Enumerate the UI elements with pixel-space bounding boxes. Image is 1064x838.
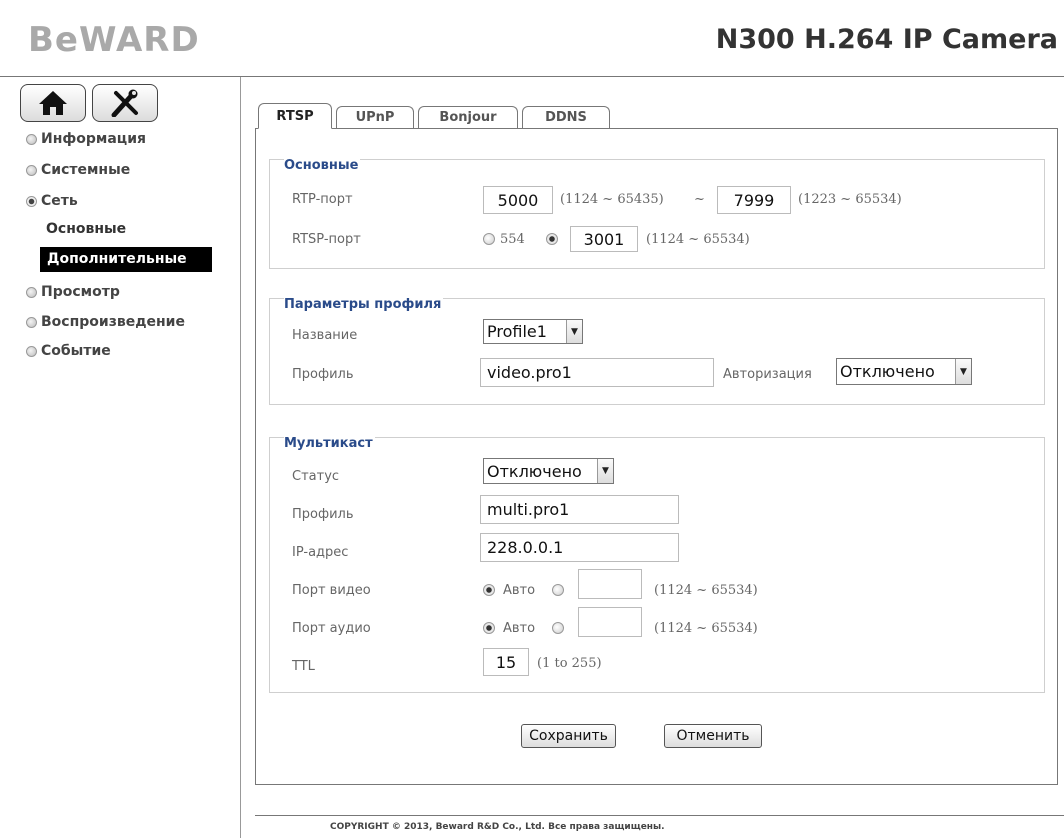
sidebar-item-label: Системные bbox=[41, 162, 131, 178]
bullet-icon bbox=[26, 164, 37, 176]
sidebar-item-event[interactable]: Событие bbox=[26, 343, 111, 359]
rtp-port-separator: ~ bbox=[694, 192, 705, 207]
home-button[interactable] bbox=[20, 84, 86, 122]
multicast-profile-input[interactable]: multi.pro1 bbox=[480, 495, 679, 524]
tools-icon bbox=[111, 89, 138, 117]
multicast-ip-input[interactable]: 228.0.0.1 bbox=[480, 533, 679, 562]
rtsp-port-range: (1124 ~ 65534) bbox=[646, 232, 750, 247]
profile-name-value: Profile1 bbox=[487, 322, 547, 341]
sidebar-item-system[interactable]: Системные bbox=[26, 162, 130, 178]
cancel-button[interactable]: Отменить bbox=[664, 724, 762, 748]
footer-divider bbox=[255, 815, 1064, 816]
bullet-icon bbox=[26, 316, 37, 328]
sidebar-item-playback[interactable]: Воспроизведение bbox=[26, 314, 185, 330]
bullet-icon bbox=[26, 195, 37, 207]
tab-upnp[interactable]: UPnP bbox=[336, 106, 414, 128]
tab-ddns[interactable]: DDNS bbox=[522, 106, 610, 128]
sidebar-item-label: Сеть bbox=[41, 193, 78, 209]
audio-port-input[interactable] bbox=[578, 607, 642, 637]
auth-select[interactable]: Отключено ▼ bbox=[836, 358, 972, 385]
rtp-port-label: RTP-порт bbox=[292, 192, 353, 207]
sidebar-item-label: Информация bbox=[41, 131, 146, 147]
ttl-input[interactable]: 15 bbox=[483, 648, 529, 676]
profile-group bbox=[269, 298, 1045, 405]
chevron-down-icon: ▼ bbox=[566, 320, 582, 343]
sidebar-subitem-basic[interactable]: Основные bbox=[46, 221, 126, 237]
auth-label: Авторизация bbox=[723, 367, 812, 382]
home-icon bbox=[39, 91, 67, 115]
sidebar bbox=[0, 77, 241, 838]
multicast-status-label: Статус bbox=[292, 469, 340, 484]
sidebar-item-label: Событие bbox=[41, 343, 111, 359]
multicast-group bbox=[269, 437, 1045, 693]
rtsp-port-label: RTSP-порт bbox=[292, 232, 361, 247]
video-port-input[interactable] bbox=[578, 569, 642, 599]
multicast-ip-label: IP-адрес bbox=[292, 545, 349, 560]
audio-port-range: (1124 ~ 65534) bbox=[654, 621, 758, 636]
tab-bonjour[interactable]: Bonjour bbox=[418, 106, 518, 128]
rtsp-default-radio[interactable] bbox=[483, 233, 495, 245]
multicast-group-legend: Мультикаст bbox=[284, 436, 375, 451]
video-port-range: (1124 ~ 65534) bbox=[654, 583, 758, 598]
sidebar-subitem-advanced[interactable]: Дополнительные bbox=[40, 247, 212, 272]
video-port-auto-radio[interactable] bbox=[483, 584, 495, 596]
profile-group-legend: Параметры профиля bbox=[284, 297, 444, 312]
sidebar-item-network[interactable]: Сеть bbox=[26, 193, 78, 209]
multicast-status-value: Отключено bbox=[487, 461, 582, 481]
bullet-icon bbox=[26, 133, 37, 145]
rtp-port-from-range: (1124 ~ 65435) bbox=[560, 192, 664, 207]
bullet-icon bbox=[26, 345, 37, 357]
copyright-text: COPYRIGHT © 2013, Beward R&D Co., Ltd. В… bbox=[330, 822, 665, 832]
video-port-label: Порт видео bbox=[292, 583, 371, 598]
sidebar-item-view[interactable]: Просмотр bbox=[26, 284, 120, 300]
brand-logo: BeWARD bbox=[28, 20, 200, 60]
basic-group bbox=[269, 159, 1045, 269]
profile-input[interactable]: video.pro1 bbox=[480, 358, 714, 387]
profile-name-label: Название bbox=[292, 328, 358, 343]
multicast-status-select[interactable]: Отключено ▼ bbox=[483, 458, 614, 484]
video-port-auto-label: Авто bbox=[503, 583, 536, 598]
audio-port-auto-radio[interactable] bbox=[483, 622, 495, 634]
rtsp-custom-radio[interactable] bbox=[546, 233, 558, 245]
profile-label: Профиль bbox=[292, 367, 354, 382]
audio-port-label: Порт аудио bbox=[292, 621, 371, 636]
basic-group-legend: Основные bbox=[284, 158, 361, 173]
rtp-port-to-input[interactable]: 7999 bbox=[717, 186, 791, 214]
rtsp-port-input[interactable]: 3001 bbox=[570, 226, 638, 252]
ttl-range: (1 to 255) bbox=[537, 656, 602, 671]
chevron-down-icon: ▼ bbox=[955, 359, 971, 384]
profile-name-select[interactable]: Profile1 ▼ bbox=[483, 319, 583, 344]
tab-rtsp[interactable]: RTSP bbox=[258, 103, 332, 129]
save-button[interactable]: Сохранить bbox=[521, 724, 616, 748]
sidebar-item-info[interactable]: Информация bbox=[26, 131, 146, 147]
audio-port-auto-label: Авто bbox=[503, 621, 536, 636]
rtsp-default-value: 554 bbox=[500, 232, 525, 247]
multicast-profile-label: Профиль bbox=[292, 507, 354, 522]
rtp-port-from-input[interactable]: 5000 bbox=[483, 186, 553, 214]
settings-button[interactable] bbox=[92, 84, 158, 122]
rtp-port-to-range: (1223 ~ 65534) bbox=[798, 192, 902, 207]
ttl-label: TTL bbox=[292, 659, 315, 674]
sidebar-item-label: Воспроизведение bbox=[41, 314, 185, 330]
video-port-custom-radio[interactable] bbox=[552, 584, 564, 596]
auth-value: Отключено bbox=[840, 362, 935, 381]
sidebar-item-label: Просмотр bbox=[41, 284, 120, 300]
audio-port-custom-radio[interactable] bbox=[552, 622, 564, 634]
camera-model-title: N300 H.264 IP Camera bbox=[715, 24, 1058, 55]
chevron-down-icon: ▼ bbox=[597, 459, 613, 483]
bullet-icon bbox=[26, 286, 37, 298]
